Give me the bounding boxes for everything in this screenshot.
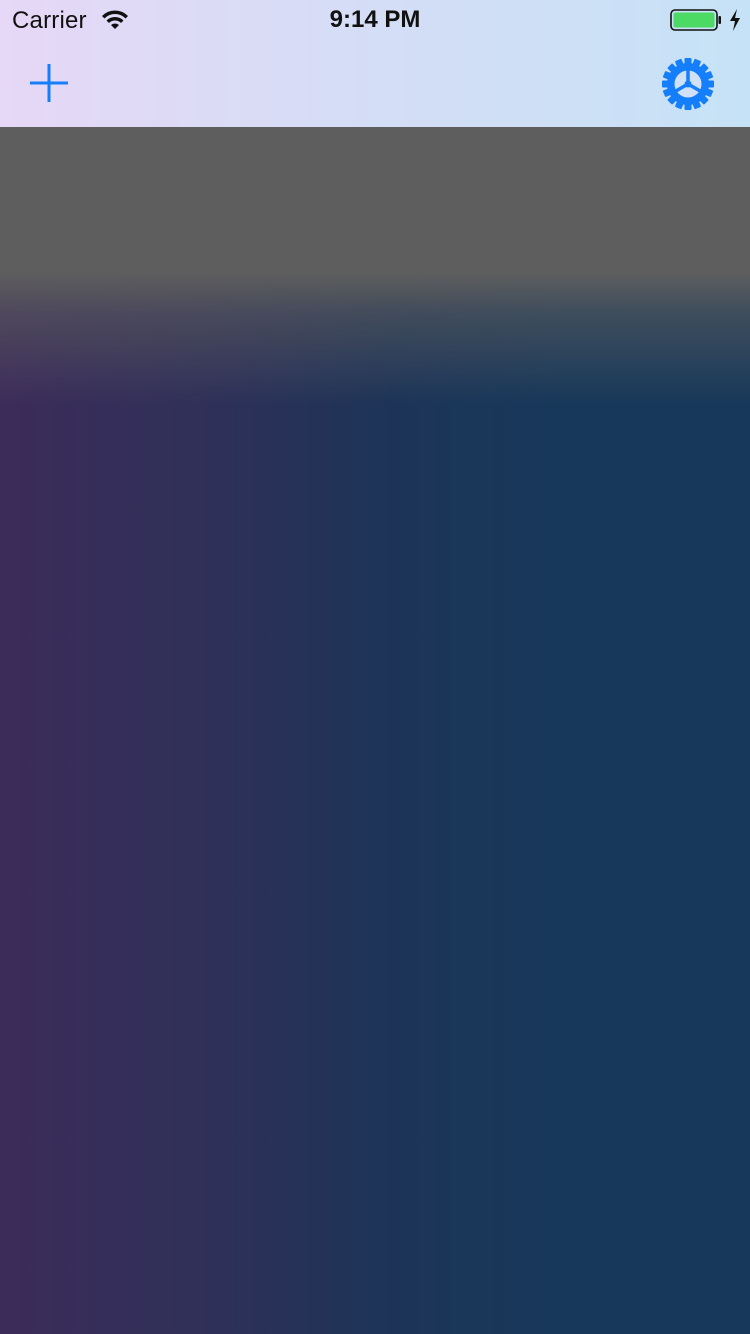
plus-icon [30,64,68,102]
settings-button[interactable] [660,56,716,112]
status-time: 9:14 PM [329,6,421,33]
add-button[interactable] [26,60,72,106]
content-top-overlay [0,128,750,428]
charging-bolt-icon [730,9,740,31]
battery-icon [670,9,721,31]
gear-icon [662,58,714,110]
app-screen: Carrier 9:14 PM [0,0,750,1334]
navigation-bar [0,40,750,128]
status-bar: Carrier 9:14 PM [0,0,750,40]
main-content [0,128,750,1334]
top-bar: Carrier 9:14 PM [0,0,750,128]
